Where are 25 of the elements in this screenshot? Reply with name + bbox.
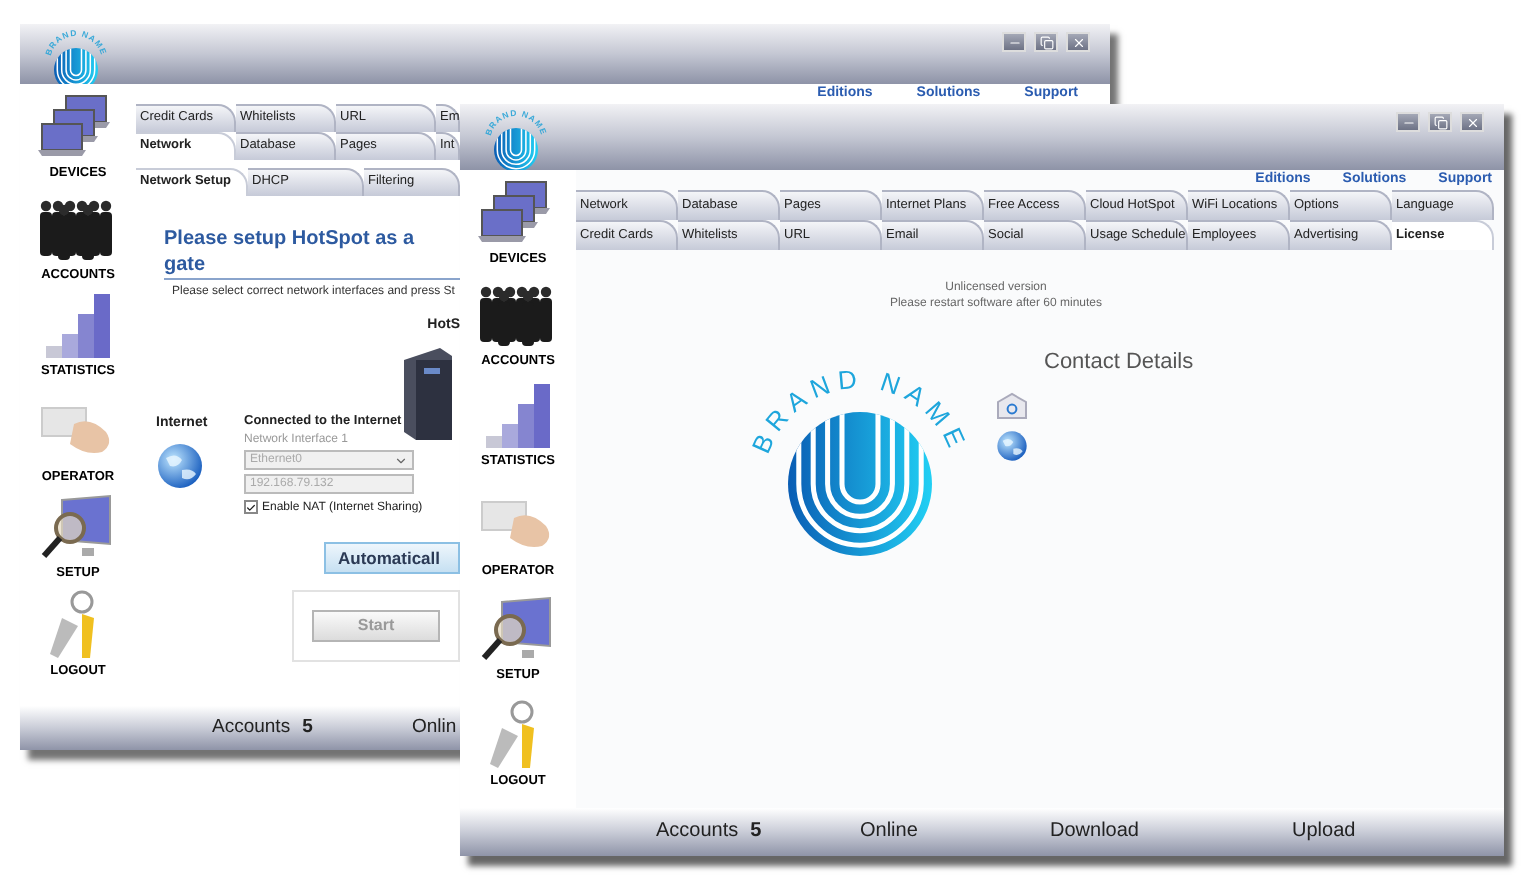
- close-button[interactable]: [1066, 32, 1090, 52]
- close-button[interactable]: [1460, 112, 1484, 132]
- restore-button[interactable]: [1034, 32, 1058, 52]
- status-value: 5: [750, 822, 762, 842]
- automatic-setup-button[interactable]: Automaticall: [324, 542, 460, 574]
- globe-icon: [156, 441, 204, 489]
- dropdown-caret-icon: [394, 453, 408, 467]
- status-value: 5: [302, 718, 313, 738]
- minimize-button[interactable]: [1002, 32, 1026, 52]
- status-label: Download: [1050, 822, 1139, 842]
- restore-icon: [1039, 35, 1053, 49]
- status-label: Upload: [1292, 822, 1356, 842]
- status-label: Accounts: [656, 822, 739, 842]
- status-label: Online: [860, 822, 918, 842]
- restore-button[interactable]: [1428, 112, 1452, 132]
- checkmark-icon: [246, 501, 256, 513]
- close-icon: [1071, 35, 1085, 49]
- contact-details-title: Contact Details: [1044, 352, 1194, 378]
- globe-icon: [996, 430, 1028, 462]
- minimize-button[interactable]: [1396, 112, 1420, 132]
- restore-icon: [1433, 115, 1447, 129]
- status-label: Onlin: [412, 718, 457, 738]
- nat-checkbox[interactable]: [244, 500, 258, 514]
- close-icon: [1465, 115, 1479, 129]
- status-label: Accounts: [212, 718, 291, 738]
